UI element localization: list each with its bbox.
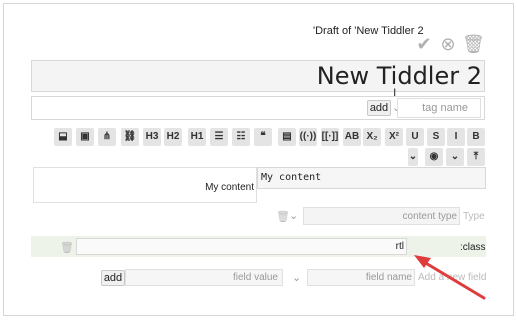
annotation-arrow [414, 255, 486, 300]
